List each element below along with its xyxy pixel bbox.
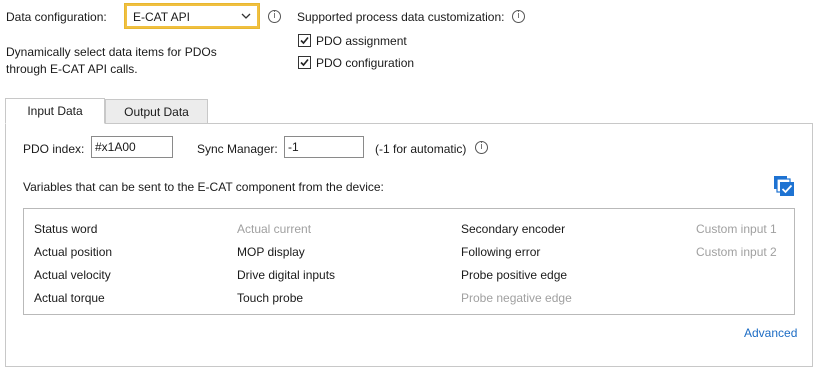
pdo-index-input[interactable]: #x1A00: [91, 136, 173, 158]
tab-input-data[interactable]: Input Data: [5, 98, 105, 124]
variable-item: Custom input 2: [696, 245, 777, 259]
chevron-down-icon: [241, 13, 251, 19]
pdo-assignment-label: PDO assignment: [316, 34, 407, 48]
pdo-configuration-label: PDO configuration: [316, 56, 415, 70]
variable-item[interactable]: Touch probe: [237, 291, 303, 305]
sync-manager-label: Sync Manager:: [197, 142, 278, 156]
customization-label: Supported process data customization:: [297, 10, 505, 24]
sync-manager-hint: (-1 for automatic): [375, 142, 467, 156]
variable-item[interactable]: Following error: [461, 245, 540, 259]
variable-item[interactable]: Actual torque: [34, 291, 105, 305]
variables-heading: Variables that can be sent to the E-CAT …: [23, 180, 384, 194]
data-configuration-value: E-CAT API: [133, 10, 190, 24]
variable-item[interactable]: MOP display: [237, 245, 305, 259]
tab-output-data[interactable]: Output Data: [105, 99, 208, 124]
description-line-2: through E-CAT API calls.: [6, 62, 138, 76]
sync-manager-input[interactable]: -1: [284, 136, 364, 158]
variable-item: Probe negative edge: [461, 291, 572, 305]
info-icon[interactable]: i: [512, 10, 525, 23]
advanced-link[interactable]: Advanced: [744, 326, 797, 340]
variable-item[interactable]: Secondary encoder: [461, 222, 565, 236]
pdo-configuration-checkbox[interactable]: [298, 56, 311, 69]
variable-item[interactable]: Status word: [34, 222, 97, 236]
variables-list: Status word Actual position Actual veloc…: [23, 208, 795, 315]
info-icon[interactable]: i: [475, 141, 488, 154]
variable-item[interactable]: Probe positive edge: [461, 268, 567, 282]
data-configuration-label: Data configuration:: [6, 10, 107, 24]
pdo-index-label: PDO index:: [23, 142, 85, 156]
description-line-1: Dynamically select data items for PDOs: [6, 45, 217, 59]
copy-check-icon[interactable]: [773, 175, 795, 197]
variable-item: Custom input 1: [696, 222, 777, 236]
data-configuration-select[interactable]: E-CAT API: [124, 3, 260, 29]
variable-item[interactable]: Actual position: [34, 245, 112, 259]
checkmark-icon: [300, 36, 309, 45]
variable-item[interactable]: Actual velocity: [34, 268, 111, 282]
variable-item: Actual current: [237, 222, 312, 236]
pdo-assignment-checkbox[interactable]: [298, 34, 311, 47]
variable-item[interactable]: Drive digital inputs: [237, 268, 335, 282]
checkmark-icon: [300, 58, 309, 67]
info-icon[interactable]: i: [268, 10, 281, 23]
